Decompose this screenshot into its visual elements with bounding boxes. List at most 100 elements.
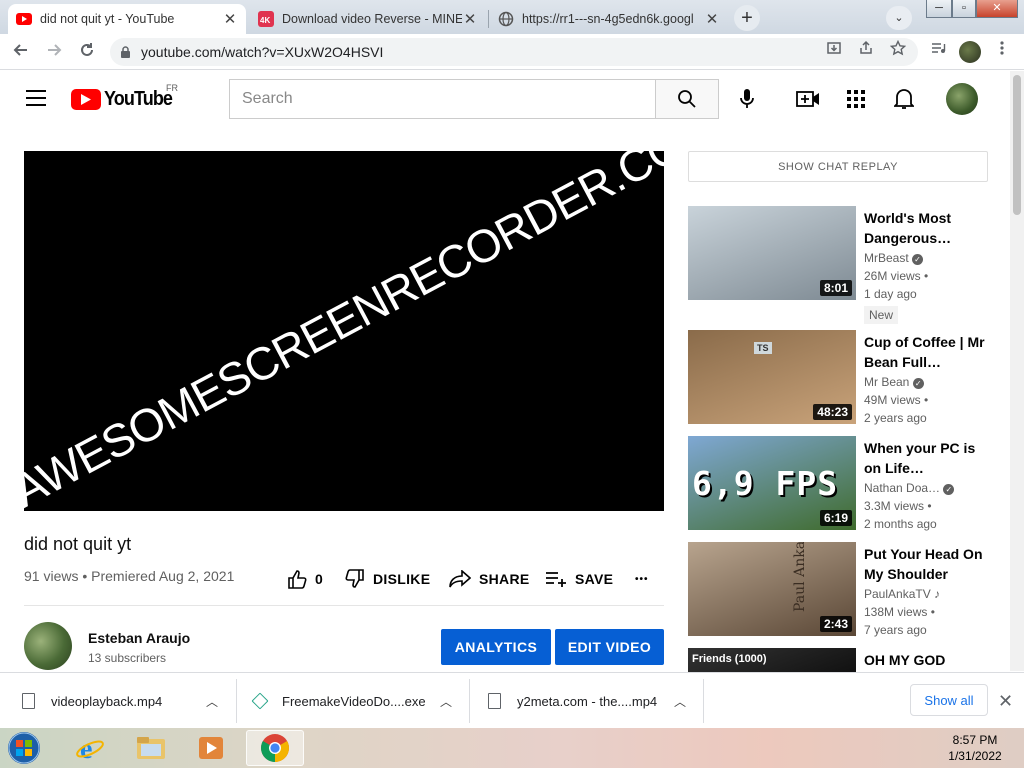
analytics-button[interactable]: ANALYTICS bbox=[441, 629, 551, 665]
bookmark-star-icon[interactable] bbox=[886, 39, 910, 64]
create-video-icon[interactable] bbox=[796, 87, 820, 111]
thumbnail-text: Paul Anka bbox=[792, 542, 808, 612]
profile-avatar[interactable] bbox=[958, 40, 982, 64]
recommendation-views: 49M views • bbox=[864, 393, 929, 407]
recommendation-title[interactable]: Cup of Coffee | Mr Bean Full… bbox=[864, 332, 989, 372]
recommendation-item[interactable]: Paul Anka 2:43 Put Your Head On My Shoul… bbox=[688, 542, 998, 637]
address-bar[interactable]: youtube.com/watch?v=XUxW2O4HSVI bbox=[110, 38, 918, 66]
country-code: FR bbox=[166, 83, 178, 93]
tab-close-icon[interactable]: ✕ bbox=[222, 10, 238, 28]
channel-avatar[interactable] bbox=[24, 622, 72, 670]
recommendation-title[interactable]: When your PC is on Life… bbox=[864, 438, 989, 478]
taskbar-explorer[interactable] bbox=[126, 730, 176, 766]
close-window-button[interactable]: ✕ bbox=[976, 0, 1018, 18]
page-scrollbar[interactable] bbox=[1010, 71, 1024, 671]
download-item[interactable]: FreemakeVideoDo....exe ︿ bbox=[251, 673, 466, 728]
recommendation-age: 2 years ago bbox=[864, 411, 927, 425]
verified-check-icon: ✓ bbox=[912, 378, 924, 389]
restore-button[interactable]: ▫ bbox=[952, 0, 976, 18]
recommendation-channel: Nathan Doa… ✓ bbox=[864, 481, 955, 495]
video-thumbnail[interactable]: Paul Anka 2:43 bbox=[688, 542, 856, 636]
download-item[interactable]: y2meta.com - the....mp4 ︿ bbox=[488, 673, 700, 728]
close-downloads-icon[interactable]: ✕ bbox=[998, 691, 1013, 712]
tab-youtube[interactable]: did not quit yt - YouTube ✕ bbox=[8, 4, 246, 34]
new-tab-button[interactable]: + bbox=[734, 5, 760, 31]
scrollbar-thumb[interactable] bbox=[1013, 75, 1021, 215]
chevron-up-icon[interactable]: ︿ bbox=[674, 693, 686, 710]
tab-download-reverse[interactable]: 4K Download video Reverse - MINE ✕ bbox=[250, 4, 486, 34]
more-actions-icon[interactable]: ••• bbox=[635, 566, 649, 592]
video-player[interactable]: AWESOMESCREENRECORDER.COM bbox=[24, 151, 664, 511]
download-item[interactable]: videoplayback.mp4 ︿ bbox=[22, 673, 234, 728]
search-icon bbox=[678, 90, 696, 108]
taskbar-media-player[interactable] bbox=[186, 730, 236, 766]
tab-close-icon[interactable]: ✕ bbox=[462, 10, 478, 28]
reload-button[interactable] bbox=[75, 40, 99, 64]
share-label: SHARE bbox=[479, 571, 530, 587]
back-button[interactable] bbox=[9, 40, 33, 64]
new-badge: New bbox=[864, 306, 899, 324]
recommendation-title[interactable]: World's Most Dangerous… bbox=[864, 208, 989, 248]
apps-grid-icon[interactable] bbox=[844, 87, 868, 111]
share-arrow-icon bbox=[449, 570, 471, 588]
minimize-button[interactable]: ─ bbox=[926, 0, 952, 18]
playlist-add-icon bbox=[546, 572, 566, 587]
download-filename: videoplayback.mp4 bbox=[51, 693, 163, 709]
search-input[interactable]: Search bbox=[229, 79, 656, 119]
media-control-icon[interactable] bbox=[926, 40, 950, 64]
tab-googlevideo[interactable]: https://rr1---sn-4g5edn6k.googl ✕ bbox=[490, 4, 728, 34]
taskbar-chrome[interactable] bbox=[246, 730, 304, 766]
music-note-icon: ♪ bbox=[934, 587, 941, 601]
video-thumbnail[interactable]: 6,9 FPS 6:19 bbox=[688, 436, 856, 530]
dislike-button[interactable]: DISLIKE bbox=[345, 566, 430, 592]
video-thumbnail[interactable]: TS 48:23 bbox=[688, 330, 856, 424]
4k-downloader-favicon-icon: 4K bbox=[258, 11, 274, 27]
chrome-menu-icon[interactable] bbox=[990, 40, 1014, 64]
chevron-up-icon[interactable]: ︿ bbox=[206, 693, 218, 710]
show-all-downloads-button[interactable]: Show all bbox=[910, 684, 988, 716]
taskbar-ie[interactable]: e bbox=[65, 730, 115, 766]
divider bbox=[703, 679, 704, 723]
thumbs-up-icon bbox=[288, 570, 307, 589]
video-watermark: AWESOMESCREENRECORDER.COM bbox=[24, 151, 664, 511]
recommendation-channel: Mr Bean ✓ bbox=[864, 375, 924, 389]
search-button[interactable] bbox=[655, 79, 719, 119]
recommendation-item[interactable]: TS 48:23 Cup of Coffee | Mr Bean Full… M… bbox=[688, 330, 998, 425]
video-thumbnail[interactable]: Friends (1000) bbox=[688, 648, 856, 672]
recommendation-title[interactable]: OH MY GOD bbox=[864, 650, 989, 670]
microphone-icon[interactable] bbox=[735, 87, 759, 111]
download-filename: FreemakeVideoDo....exe bbox=[282, 693, 426, 709]
chevron-up-icon[interactable]: ︿ bbox=[440, 693, 452, 710]
account-avatar[interactable] bbox=[946, 83, 978, 115]
install-app-icon[interactable] bbox=[822, 40, 846, 64]
youtube-play-icon bbox=[71, 88, 101, 110]
youtube-wordmark: YouTube bbox=[104, 87, 173, 110]
recommendation-item[interactable]: 6,9 FPS 6:19 When your PC is on Life… Na… bbox=[688, 436, 998, 531]
video-thumbnail[interactable]: 8:01 bbox=[688, 206, 856, 300]
show-chat-replay-button[interactable]: SHOW CHAT REPLAY bbox=[688, 151, 988, 182]
recommendation-title[interactable]: Put Your Head On My Shoulder bbox=[864, 544, 989, 584]
hamburger-menu-icon[interactable] bbox=[26, 90, 46, 106]
start-button[interactable] bbox=[0, 730, 48, 766]
windows-taskbar: e 8:57 PM 1/31/2022 bbox=[0, 728, 1024, 768]
notifications-bell-icon[interactable] bbox=[892, 87, 916, 111]
youtube-favicon-icon bbox=[16, 11, 32, 27]
tab-close-icon[interactable]: ✕ bbox=[704, 10, 720, 28]
channel-name[interactable]: Esteban Araujo bbox=[88, 630, 190, 646]
forward-button[interactable] bbox=[42, 40, 66, 64]
share-button[interactable]: SHARE bbox=[449, 566, 530, 592]
tab-strip: did not quit yt - YouTube ✕ 4K Download … bbox=[0, 0, 1024, 34]
thumbnail-text: TS bbox=[754, 342, 772, 354]
recommendation-item[interactable]: Friends (1000) OH MY GOD bbox=[688, 648, 998, 672]
thumbnail-text: 6,9 FPS bbox=[692, 464, 839, 503]
like-button[interactable]: 0 bbox=[287, 566, 323, 592]
youtube-logo[interactable]: YouTube FR bbox=[71, 83, 180, 111]
tab-title: https://rr1---sn-4g5edn6k.googl bbox=[522, 12, 694, 26]
save-button[interactable]: SAVE bbox=[545, 566, 613, 592]
edit-video-button[interactable]: EDIT VIDEO bbox=[555, 629, 664, 665]
share-page-icon[interactable] bbox=[854, 40, 878, 64]
recommendation-item[interactable]: 8:01 World's Most Dangerous… MrBeast ✓ 2… bbox=[688, 206, 998, 324]
tab-search-button[interactable]: ⌄ bbox=[886, 6, 912, 30]
recommendation-views: 26M views • bbox=[864, 269, 929, 283]
system-clock[interactable]: 8:57 PM 1/31/2022 bbox=[935, 732, 1015, 764]
